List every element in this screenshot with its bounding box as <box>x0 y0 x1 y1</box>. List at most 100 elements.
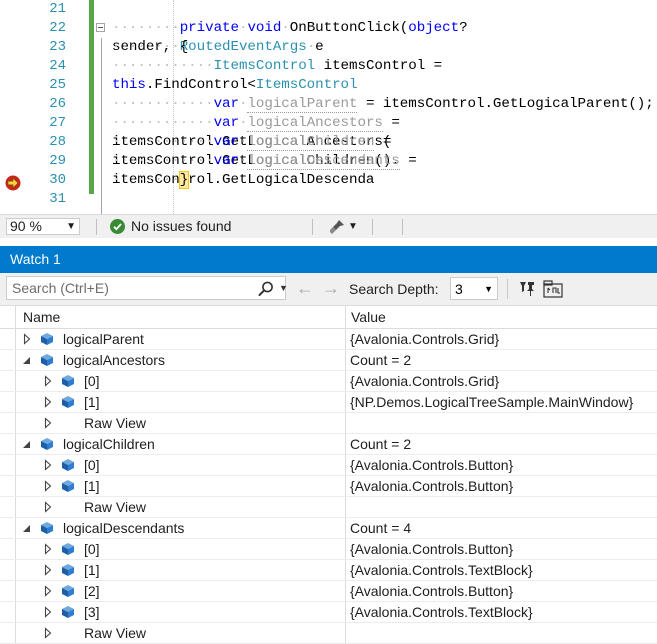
collapsed-triangle-icon[interactable] <box>43 627 53 639</box>
divider <box>15 455 16 475</box>
code-cleanup-brush-icon[interactable] <box>328 218 346 236</box>
collapsed-triangle-icon[interactable] <box>43 564 53 576</box>
watch-row-name[interactable]: logicalDescendants <box>63 518 184 539</box>
code-line-30[interactable]: ········} <box>112 171 190 190</box>
watch-row-value[interactable]: Count = 4 <box>350 518 411 539</box>
column-header-value[interactable]: Value <box>351 306 386 328</box>
expanded-triangle-icon[interactable] <box>22 438 32 450</box>
watch-row-name[interactable]: logicalChildren <box>63 434 155 455</box>
watch-row-name[interactable]: [1] <box>84 392 100 413</box>
watch-row-value[interactable]: {NP.Demos.LogicalTreeSample.MainWindow} <box>350 392 633 413</box>
watch-row[interactable]: logicalChildren Count = 2 <box>0 434 657 455</box>
divider <box>15 371 16 391</box>
watch-row[interactable]: [0] {Avalonia.Controls.Button} <box>0 539 657 560</box>
watch-row-name[interactable]: [0] <box>84 371 100 392</box>
collapsed-triangle-icon[interactable] <box>43 480 53 492</box>
watch-row-value[interactable]: {Avalonia.Controls.Grid} <box>350 329 499 350</box>
watch-row[interactable]: logicalAncestors Count = 2 <box>0 350 657 371</box>
code-line-24[interactable]: ············ItemsControl itemsControl = … <box>112 57 657 95</box>
watch-row-name[interactable]: [3] <box>84 602 100 623</box>
search-previous-arrow-icon[interactable]: ← <box>296 278 314 298</box>
watch-row[interactable]: [0] {Avalonia.Controls.Grid} <box>0 371 657 392</box>
divider <box>345 539 346 559</box>
divider <box>345 518 346 538</box>
watch-row-name[interactable]: [2] <box>84 581 100 602</box>
divider <box>15 306 16 328</box>
collapsed-triangle-icon[interactable] <box>43 606 53 618</box>
watch-row-value[interactable]: {Avalonia.Controls.Button} <box>350 476 513 497</box>
collapsed-triangle-icon[interactable] <box>22 333 32 345</box>
watch-row-value[interactable]: {Avalonia.Controls.Grid} <box>350 371 499 392</box>
collapsed-triangle-icon[interactable] <box>43 459 53 471</box>
zoom-value: 90 % <box>10 218 42 234</box>
watch-row-name[interactable]: Raw View <box>84 413 146 434</box>
watch-row[interactable]: [0] {Avalonia.Controls.Button} <box>0 455 657 476</box>
watch-row-value[interactable]: {Avalonia.Controls.TextBlock} <box>350 560 533 581</box>
divider <box>345 371 346 391</box>
watch-row-name[interactable]: [0] <box>84 455 100 476</box>
divider <box>15 602 16 622</box>
watch-row-name[interactable]: logicalParent <box>63 329 144 350</box>
watch-row[interactable]: Raw View <box>0 413 657 434</box>
line-number: 22 <box>49 20 66 36</box>
watch-row-name[interactable]: [1] <box>84 476 100 497</box>
object-variable-icon <box>62 480 74 492</box>
collapsed-triangle-icon[interactable] <box>43 396 53 408</box>
zoom-dropdown[interactable]: 90 % ▼ <box>6 218 80 235</box>
search-box[interactable]: ▼ <box>6 276 288 300</box>
watch-row-value[interactable]: {Avalonia.Controls.TextBlock} <box>350 602 533 623</box>
search-depth-dropdown[interactable]: 3 ▼ <box>450 277 498 300</box>
watch-row-name[interactable]: logicalAncestors <box>63 350 165 371</box>
check-icon[interactable] <box>110 219 125 234</box>
watch-row-value[interactable]: {Avalonia.Controls.Button} <box>350 581 513 602</box>
watch-window-title[interactable]: Watch 1 <box>0 246 657 273</box>
watch-row-value[interactable]: {Avalonia.Controls.Button} <box>350 455 513 476</box>
watch-row[interactable]: [3] {Avalonia.Controls.TextBlock} <box>0 602 657 623</box>
watch-row[interactable]: [1] {Avalonia.Controls.Button} <box>0 476 657 497</box>
visualizer-tab-icon[interactable] <box>543 280 563 298</box>
watch-row-name[interactable]: Raw View <box>84 497 146 518</box>
search-icon[interactable] <box>257 280 275 298</box>
collapsed-triangle-icon[interactable] <box>43 501 53 513</box>
watch-row[interactable]: [2] {Avalonia.Controls.Button} <box>0 581 657 602</box>
expanded-triangle-icon[interactable] <box>22 354 32 366</box>
watch-row-value[interactable]: Count = 2 <box>350 350 411 371</box>
collapsed-triangle-icon[interactable] <box>43 543 53 555</box>
object-variable-icon <box>41 354 53 366</box>
collapsed-triangle-icon[interactable] <box>43 375 53 387</box>
line-number: 29 <box>49 153 66 169</box>
search-input[interactable] <box>9 278 253 298</box>
code-editor[interactable]: 21 22 23 24 25 26 27 28 29 30 31 ·······… <box>0 0 657 214</box>
watch-row[interactable]: Raw View <box>0 497 657 518</box>
collapsed-triangle-icon[interactable] <box>43 585 53 597</box>
expanded-triangle-icon[interactable] <box>22 522 32 534</box>
chevron-down-icon[interactable]: ▼ <box>348 218 358 235</box>
breakpoint-current-statement-icon[interactable] <box>5 175 21 191</box>
watch-row-name[interactable]: [0] <box>84 539 100 560</box>
divider <box>15 329 16 349</box>
divider <box>345 455 346 475</box>
watch-row[interactable]: logicalDescendants Count = 4 <box>0 518 657 539</box>
watch-row-value[interactable]: Count = 2 <box>350 434 411 455</box>
watch-row-name[interactable]: [1] <box>84 560 100 581</box>
line-number: 30 <box>49 172 66 188</box>
watch-row[interactable]: Raw View <box>0 623 657 644</box>
code-line-29[interactable]: ············var·logicalDescendants = ite… <box>112 152 657 190</box>
watch-row[interactable]: [1] {Avalonia.Controls.TextBlock} <box>0 560 657 581</box>
issues-status[interactable]: No issues found <box>131 218 231 235</box>
watch-row[interactable]: logicalParent {Avalonia.Controls.Grid} <box>0 329 657 350</box>
search-next-arrow-icon[interactable]: → <box>322 278 340 298</box>
code-line-23[interactable]: ········{ <box>112 38 188 57</box>
object-variable-icon <box>62 459 74 471</box>
divider <box>345 623 346 643</box>
pin-filter-icon[interactable] <box>518 280 536 298</box>
column-header-name[interactable]: Name <box>23 306 60 328</box>
column-resize-handle[interactable] <box>345 306 346 328</box>
watch-row-value[interactable]: {Avalonia.Controls.Button} <box>350 539 513 560</box>
collapsed-triangle-icon[interactable] <box>43 417 53 429</box>
code-line-22[interactable]: ········private·void·OnButtonClick(objec… <box>112 19 657 57</box>
watch-row-name[interactable]: Raw View <box>84 623 146 644</box>
watch-row[interactable]: [1] {NP.Demos.LogicalTreeSample.MainWindo… <box>0 392 657 413</box>
code-line-26[interactable]: ············var·logicalParent = itemsCon… <box>112 95 654 114</box>
chevron-down-icon[interactable]: ▼ <box>279 280 288 297</box>
